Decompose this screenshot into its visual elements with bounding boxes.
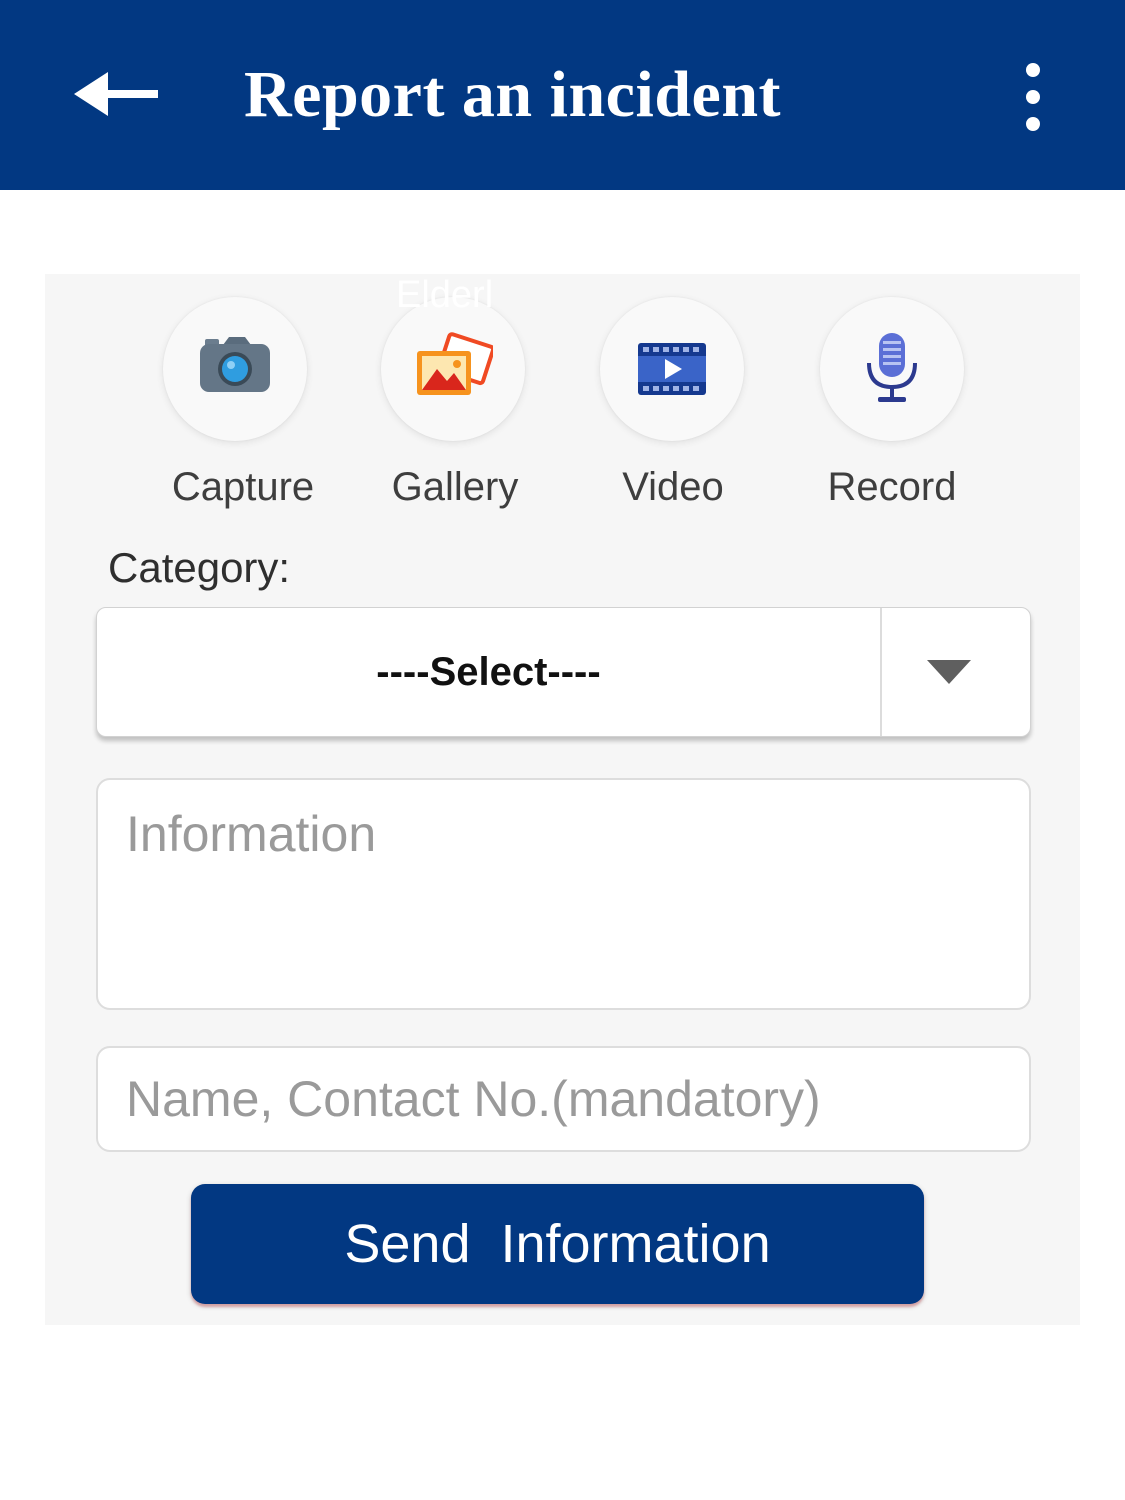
contact-field[interactable]	[96, 1046, 1031, 1152]
video-label: Video	[622, 465, 724, 509]
category-selected-value: ----Select----	[376, 650, 601, 694]
capture-label: Capture	[171, 465, 315, 509]
send-information-button[interactable]: Send Information	[191, 1184, 924, 1304]
microphone-icon	[867, 333, 917, 402]
back-button[interactable]	[62, 52, 172, 136]
video-button[interactable]	[600, 297, 744, 441]
gallery-icon	[417, 332, 493, 395]
select-divider	[880, 608, 882, 736]
gallery-label: Gallery	[391, 465, 519, 509]
video-icon	[638, 343, 706, 395]
gallery-button[interactable]	[381, 297, 525, 441]
chevron-down-icon	[927, 660, 971, 684]
app-bar: Report an incident	[0, 0, 1125, 190]
record-label: Record	[827, 465, 957, 509]
capture-button[interactable]	[163, 297, 307, 441]
category-select[interactable]: ----Select----	[96, 607, 1031, 737]
more-options-button[interactable]	[1005, 55, 1061, 139]
page-title: Report an incident	[244, 58, 781, 131]
record-button[interactable]	[820, 297, 964, 441]
camera-icon	[200, 337, 270, 392]
arrow-left-icon	[74, 72, 158, 116]
overlay-text: Elderl	[396, 274, 494, 316]
category-label: Category:	[108, 544, 291, 591]
information-field[interactable]	[96, 778, 1031, 1010]
